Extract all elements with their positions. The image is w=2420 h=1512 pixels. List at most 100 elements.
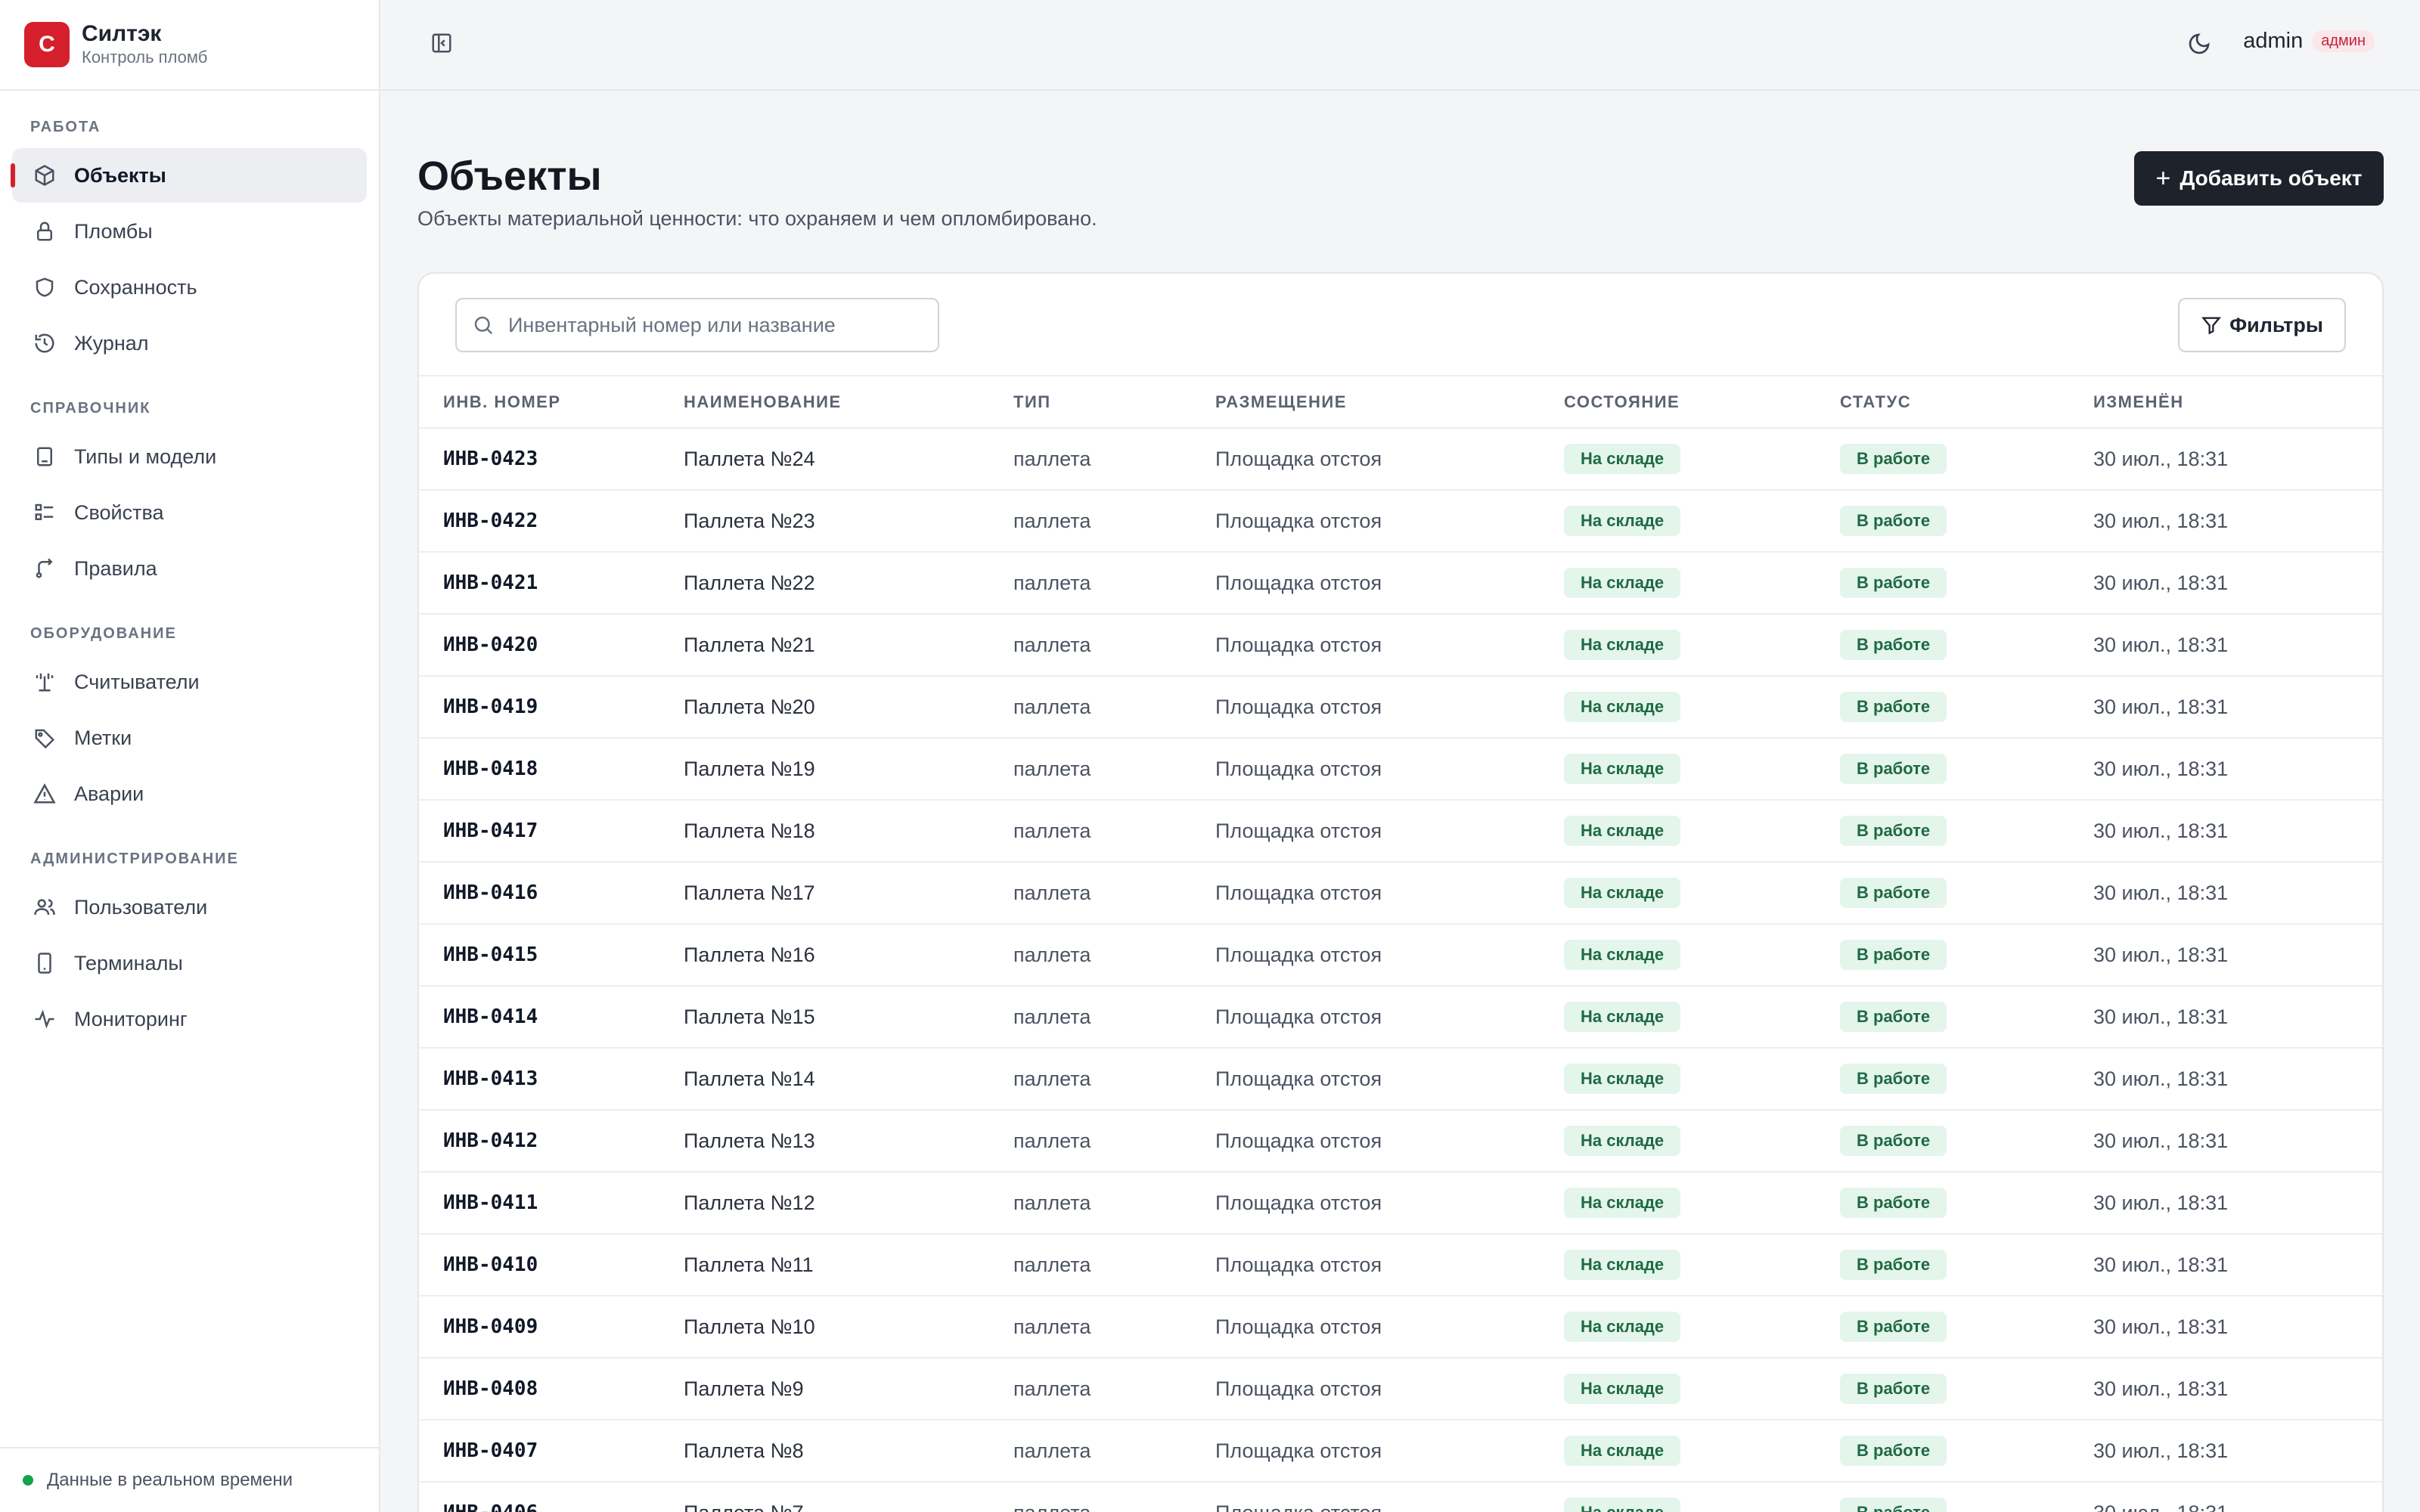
status-badge: В работе (1840, 444, 1947, 474)
brand[interactable]: С Силтэк Контроль пломб (0, 0, 379, 91)
location-cell: Площадка отстоя (1215, 490, 1564, 553)
sidebar-collapse-icon[interactable] (430, 32, 458, 59)
modified-cell: 30 июл., 18:31 (2093, 490, 2382, 553)
table-row[interactable]: ИНВ-0417 Паллета №18 паллета Площадка отсто… (419, 800, 2382, 863)
location-cell: Площадка отстоя (1215, 924, 1564, 987)
type-cell: паллета (1013, 924, 1215, 987)
sidebar-item[interactable]: Свойства (12, 485, 367, 540)
condition-cell: На складе (1564, 1296, 1840, 1359)
table-row[interactable]: ИНВ-0409 Паллета №10 паллета Площадка отсто… (419, 1296, 2382, 1359)
sidebar-item[interactable]: Мониторинг (12, 992, 367, 1046)
sidebar: С Силтэк Контроль пломб Работа Объекты Пло… (0, 0, 380, 1512)
table-row[interactable]: ИНВ-0416 Паллета №17 паллета Площадка отсто… (419, 862, 2382, 925)
column-header[interactable]: Изменён (2093, 376, 2382, 429)
column-header[interactable]: Наименование (684, 376, 1013, 429)
sidebar-item[interactable]: Аварии (12, 767, 367, 821)
sidebar-item[interactable]: Типы и модели (12, 429, 367, 484)
table-row[interactable]: ИНВ-0412 Паллета №13 паллета Площадка отсто… (419, 1110, 2382, 1173)
table-row[interactable]: ИНВ-0415 Паллета №16 паллета Площадка отсто… (419, 924, 2382, 987)
modified-cell: 30 июл., 18:31 (2093, 1234, 2382, 1297)
status-cell: В работе (1840, 738, 2093, 801)
user-menu[interactable]: admin админ (2243, 29, 2375, 54)
table-row[interactable]: ИНВ-0411 Паллета №12 паллета Площадка отсто… (419, 1172, 2382, 1235)
sidebar-item[interactable]: Метки (12, 711, 367, 765)
table-row[interactable]: ИНВ-0414 Паллета №15 паллета Площадка отсто… (419, 986, 2382, 1049)
sidebar-item-label: Сохранность (74, 275, 197, 299)
brand-logo: С (24, 22, 70, 67)
status-badge: В работе (1840, 1002, 1947, 1032)
column-header[interactable]: Инв. номер (419, 376, 684, 429)
location-cell: Площадка отстоя (1215, 1482, 1564, 1512)
condition-badge: На складе (1564, 1188, 1681, 1218)
condition-cell: На складе (1564, 1420, 1840, 1483)
location-cell: Площадка отстоя (1215, 1296, 1564, 1359)
name-cell: Паллета №22 (684, 552, 1013, 615)
sidebar-item-label: Пользователи (74, 895, 208, 919)
table-row[interactable]: ИНВ-0419 Паллета №20 паллета Площадка отсто… (419, 676, 2382, 739)
condition-badge: На складе (1564, 1126, 1681, 1156)
location-cell: Площадка отстоя (1215, 800, 1564, 863)
table-row[interactable]: ИНВ-0406Паллета №7паллетаПлощадка отстоя… (419, 1482, 2382, 1512)
type-cell: паллета (1013, 862, 1215, 925)
table-row[interactable]: ИНВ-0407 Паллета №8 паллета Площадка отстоя… (419, 1420, 2382, 1483)
filter-icon (2201, 317, 2222, 335)
table-row[interactable]: ИНВ-0423 Паллета №24 паллета Площадка отсто… (419, 428, 2382, 491)
table-body: ИНВ-0423 Паллета №24 паллета Площадка отсто… (419, 428, 2382, 1512)
filters-button[interactable]: Фильтры (2178, 298, 2346, 352)
tablet-icon (32, 444, 57, 469)
status-cell: В работе (1840, 1358, 2093, 1421)
column-header[interactable]: Состояние (1564, 376, 1840, 429)
add-object-button[interactable]: + Добавить объект (2134, 151, 2384, 206)
brand-name: Силтэк (82, 21, 162, 46)
inventory-number-cell: ИНВ-0421 (419, 552, 684, 615)
lock-icon (32, 218, 57, 244)
location-cell: Площадка отстоя (1215, 676, 1564, 739)
sidebar-item[interactable]: Объекты (11, 148, 367, 203)
table-row[interactable]: ИНВ-0422 Паллета №23 паллета Площадка отсто… (419, 490, 2382, 553)
nav-section-title: Оборудование (30, 625, 177, 642)
sidebar-item[interactable]: Считыватели (12, 655, 367, 709)
inventory-number-cell: ИНВ-0407 (419, 1420, 684, 1483)
table-row[interactable]: ИНВ-0420 Паллета №21 паллета Площадка отсто… (419, 614, 2382, 677)
table-row[interactable]: ИНВ-0408 Паллета №9 паллета Площадка отстоя… (419, 1358, 2382, 1421)
add-object-label: Добавить объект (2180, 166, 2363, 190)
column-header[interactable]: Статус (1840, 376, 2093, 429)
search-input[interactable] (508, 313, 932, 337)
condition-badge: На складе (1564, 1002, 1681, 1032)
modified-cell: 30 июл., 18:31 (2093, 1420, 2382, 1483)
sidebar-item[interactable]: Журнал (12, 316, 367, 370)
name-cell: Паллета №12 (684, 1172, 1013, 1235)
topbar: admin админ (380, 0, 2420, 91)
name-cell: Паллета №10 (684, 1296, 1013, 1359)
inventory-number-cell: ИНВ-0414 (419, 986, 684, 1049)
type-cell: паллета (1013, 1420, 1215, 1483)
table-row[interactable]: ИНВ-0418 Паллета №19 паллета Площадка отсто… (419, 738, 2382, 801)
status-cell: В работе (1840, 1482, 2093, 1512)
column-header[interactable]: Размещение (1215, 376, 1564, 429)
table-row[interactable]: ИНВ-0421 Паллета №22 паллета Площадка отсто… (419, 552, 2382, 615)
objects-table: Инв. номер Наименование Тип Размещение Состо… (419, 376, 2382, 1512)
sidebar-item[interactable]: Пломбы (12, 204, 367, 259)
modified-cell: 30 июл., 18:31 (2093, 552, 2382, 615)
table-row[interactable]: ИНВ-0413 Паллета №14 паллета Площадка отсто… (419, 1048, 2382, 1111)
tag-icon (32, 725, 57, 751)
name-cell: Паллета №20 (684, 676, 1013, 739)
table-row[interactable]: ИНВ-0410 Паллета №11 паллета Площадка отсто… (419, 1234, 2382, 1297)
sidebar-item-label: Мониторинг (74, 1007, 188, 1030)
modified-cell: 30 июл., 18:31 (2093, 986, 2382, 1049)
sidebar-item-label: Свойства (74, 500, 164, 524)
type-cell: паллета (1013, 614, 1215, 677)
sidebar-item[interactable]: Пользователи (12, 880, 367, 934)
sidebar-item[interactable]: Сохранность (12, 260, 367, 314)
search-icon (474, 316, 493, 335)
modified-cell: 30 июл., 18:31 (2093, 738, 2382, 801)
moon-icon[interactable] (2187, 32, 2214, 59)
type-cell: паллета (1013, 800, 1215, 863)
sidebar-item[interactable]: Терминалы (12, 936, 367, 990)
status-badge: В работе (1840, 1312, 1947, 1342)
column-header[interactable]: Тип (1013, 376, 1215, 429)
status-cell: В работе (1840, 614, 2093, 677)
search-box[interactable] (455, 298, 939, 352)
sidebar-item[interactable]: Правила (12, 541, 367, 596)
condition-cell: На складе (1564, 800, 1840, 863)
